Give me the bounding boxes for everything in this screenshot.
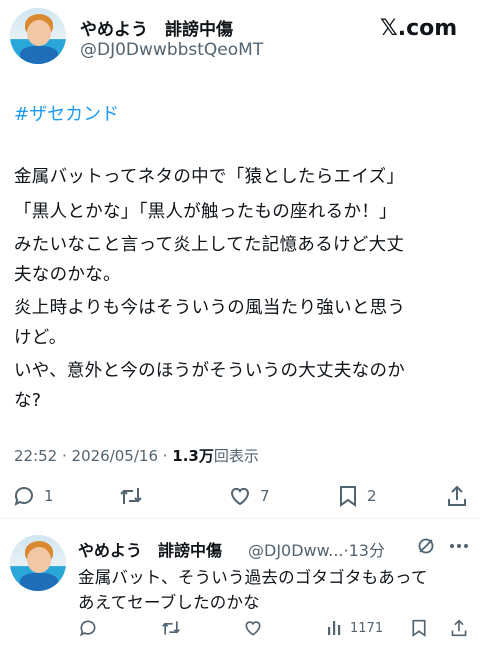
tweet-text-line: みたいなこと言って炎上してた記憶あるけど大丈 — [14, 235, 405, 255]
tweet-text-line: いや、意外と今のほうがそういうの大丈夫なのか — [14, 361, 406, 381]
hashtag-link[interactable]: #ザセカンド — [14, 100, 119, 126]
like-button[interactable]: 7 — [228, 484, 270, 508]
divider — [0, 518, 480, 519]
share-icon — [450, 618, 468, 638]
retweet-icon — [118, 484, 144, 508]
grok-icon[interactable] — [416, 536, 436, 556]
views-icon — [326, 619, 344, 637]
reply-bookmark-button[interactable] — [410, 618, 428, 638]
tweet-text-line: 夫なのかな。 — [14, 265, 121, 285]
reply-views-count: 1171 — [350, 620, 384, 636]
reply-count: 1 — [44, 487, 54, 505]
tweet-text-line: 「黒人とかな」「黒人が触ったもの座れるか！」 — [14, 202, 397, 222]
reply-like-button[interactable] — [243, 618, 263, 638]
reply-icon — [12, 484, 36, 508]
bookmark-icon — [410, 618, 428, 638]
display-name[interactable]: やめよう 誹謗中傷 — [80, 15, 233, 40]
reply-reply-button[interactable] — [78, 618, 98, 638]
reply-button[interactable]: 1 — [12, 484, 54, 508]
reply-retweet-button[interactable] — [160, 618, 182, 638]
views-count: 1.3万 — [172, 447, 214, 465]
tweet-text-line: 金属バットってネタの中で「猿としたらエイズ」 — [14, 167, 405, 187]
retweet-icon — [160, 618, 182, 638]
reply-avatar[interactable] — [10, 535, 66, 591]
reply-text-line: あえてセーブしたのかな — [78, 593, 260, 612]
reply-share-button[interactable] — [450, 618, 468, 638]
reply-icon — [78, 618, 98, 638]
avatar[interactable] — [10, 8, 66, 64]
reply-handle-time[interactable]: @DJ0Dww...·13分 — [248, 537, 385, 561]
site-logo: 𝕏.com — [380, 16, 458, 41]
retweet-button[interactable] — [118, 484, 152, 508]
like-icon — [243, 618, 263, 638]
tweet-meta: 22:52 · 2026/05/16 · 1.3万回表示 — [14, 445, 259, 466]
tweet-text-line: 炎上時よりも今はそういうの風当たり強いと思う — [14, 298, 406, 318]
user-handle[interactable]: @DJ0DwwbbstQeoMT — [80, 40, 263, 60]
views-label: 回表示 — [213, 447, 259, 465]
bookmark-icon — [337, 484, 359, 508]
reply-display-name[interactable]: やめよう 誹謗中傷 — [78, 537, 222, 561]
share-icon — [446, 484, 468, 508]
share-button[interactable] — [446, 484, 468, 508]
like-count: 7 — [260, 487, 270, 505]
tweet-timestamp[interactable]: 22:52 · 2026/05/16 · — [14, 447, 172, 465]
more-icon[interactable] — [448, 536, 470, 556]
tweet-text-line: な? — [14, 391, 42, 411]
reply-text-line: 金属バット、そういう過去のゴタゴタもあって — [78, 568, 428, 587]
tweet-text-line: けど。 — [14, 328, 67, 348]
bookmark-count: 2 — [367, 487, 377, 505]
bookmark-button[interactable]: 2 — [337, 484, 377, 508]
like-icon — [228, 484, 252, 508]
reply-views-button[interactable]: 1171 — [326, 619, 383, 637]
